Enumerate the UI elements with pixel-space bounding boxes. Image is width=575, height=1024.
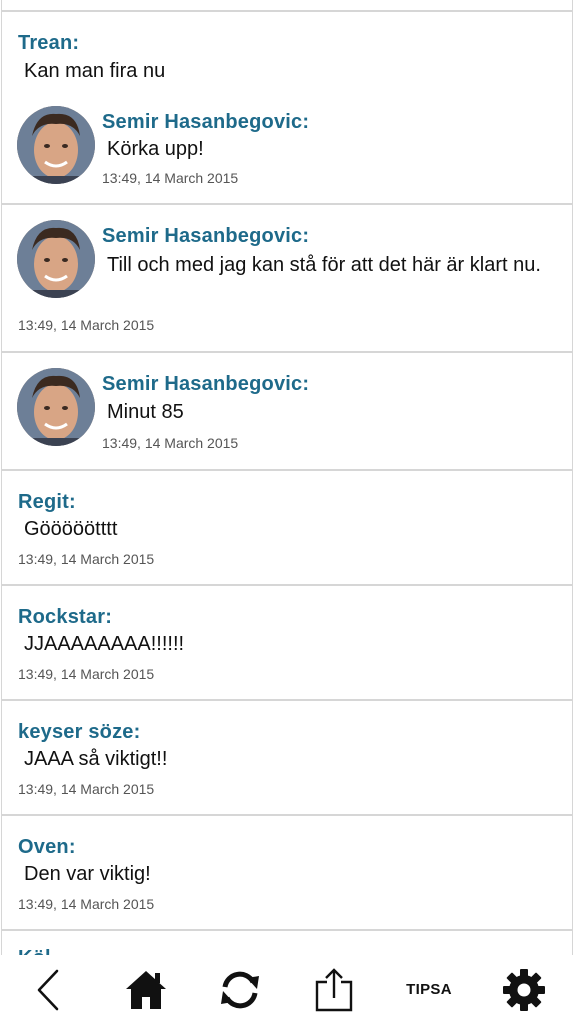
comment-author[interactable]: Rockstar: [18, 606, 112, 629]
comment-text: Den var viktig! [24, 863, 151, 885]
comment-timestamp: 13:49, 14 March 2015 [18, 317, 155, 333]
comment-author[interactable]: Trean: [18, 32, 79, 55]
refresh-icon [221, 971, 259, 1008]
comment-feed[interactable]: Trean: Kan man fira nu Semir Hasanbegovi… [0, 0, 575, 955]
comment-text: Minut 85 [107, 401, 184, 423]
comment-text: Till och med jag kan stå för att det här… [107, 254, 541, 276]
avatar[interactable] [17, 368, 95, 446]
comment-author[interactable]: keyser söze: [18, 721, 140, 744]
comment-timestamp: 13:49, 14 March 2015 [102, 435, 239, 451]
comment-text: JJAAAAAAAA!!!!!! [24, 633, 185, 655]
home-icon [126, 970, 166, 1009]
reply-author[interactable]: Semir Hasanbegovic: [102, 111, 309, 134]
comment-author[interactable]: Oven: [18, 836, 76, 859]
comment-card: Regit: Gööööötttt 13:49, 14 March 2015 [1, 469, 573, 586]
back-button[interactable] [20, 955, 76, 1024]
avatar[interactable] [17, 106, 95, 184]
comment-card: Semir Hasanbegovic: Till och med jag kan… [1, 203, 573, 352]
comment-text: Kan man fira nu [24, 60, 166, 82]
comment-author[interactable]: Semir Hasanbegovic: [102, 373, 309, 396]
reply-text: Körka upp! [107, 138, 204, 160]
comment-timestamp: 13:49, 14 March 2015 [18, 551, 155, 567]
share-icon [315, 967, 353, 1011]
comment-card: Trean: Kan man fira nu Semir Hasanbegovi… [1, 10, 573, 204]
reply-timestamp: 13:49, 14 March 2015 [102, 170, 239, 186]
comment-text: Gööööötttt [24, 518, 118, 540]
avatar-photo [17, 220, 95, 298]
comment-author[interactable]: Köl [18, 947, 51, 955]
comment-author[interactable]: Regit: [18, 491, 76, 514]
avatar-photo [17, 106, 95, 184]
comment-timestamp: 13:49, 14 March 2015 [18, 781, 155, 797]
tipsa-button[interactable]: TIPSA [398, 955, 460, 1024]
comment-card: Rockstar: JJAAAAAAAA!!!!!! 13:49, 14 Mar… [1, 584, 573, 701]
comment-timestamp: 13:49, 14 March 2015 [18, 896, 155, 912]
comment-card: Oven: Den var viktig! 13:49, 14 March 20… [1, 814, 573, 931]
previous-card-edge [1, 0, 573, 10]
comment-text: JAAA så viktigt!! [24, 748, 168, 770]
tipsa-label: TIPSA [406, 981, 452, 998]
share-button[interactable] [306, 955, 362, 1024]
comment-card: Köl [1, 929, 573, 955]
bottom-toolbar: TIPSA [0, 955, 575, 1024]
avatar[interactable] [17, 220, 95, 298]
settings-button[interactable] [496, 955, 552, 1024]
comment-card: Semir Hasanbegovic: Minut 85 13:49, 14 M… [1, 351, 573, 471]
comment-timestamp: 13:49, 14 March 2015 [18, 666, 155, 682]
comment-author[interactable]: Semir Hasanbegovic: [102, 225, 309, 248]
comment-card: keyser söze: JAAA så viktigt!! 13:49, 14… [1, 699, 573, 816]
home-button[interactable] [118, 955, 174, 1024]
avatar-photo [17, 368, 95, 446]
refresh-button[interactable] [212, 955, 268, 1024]
chevron-left-icon [37, 969, 59, 1010]
gear-icon [503, 968, 545, 1011]
